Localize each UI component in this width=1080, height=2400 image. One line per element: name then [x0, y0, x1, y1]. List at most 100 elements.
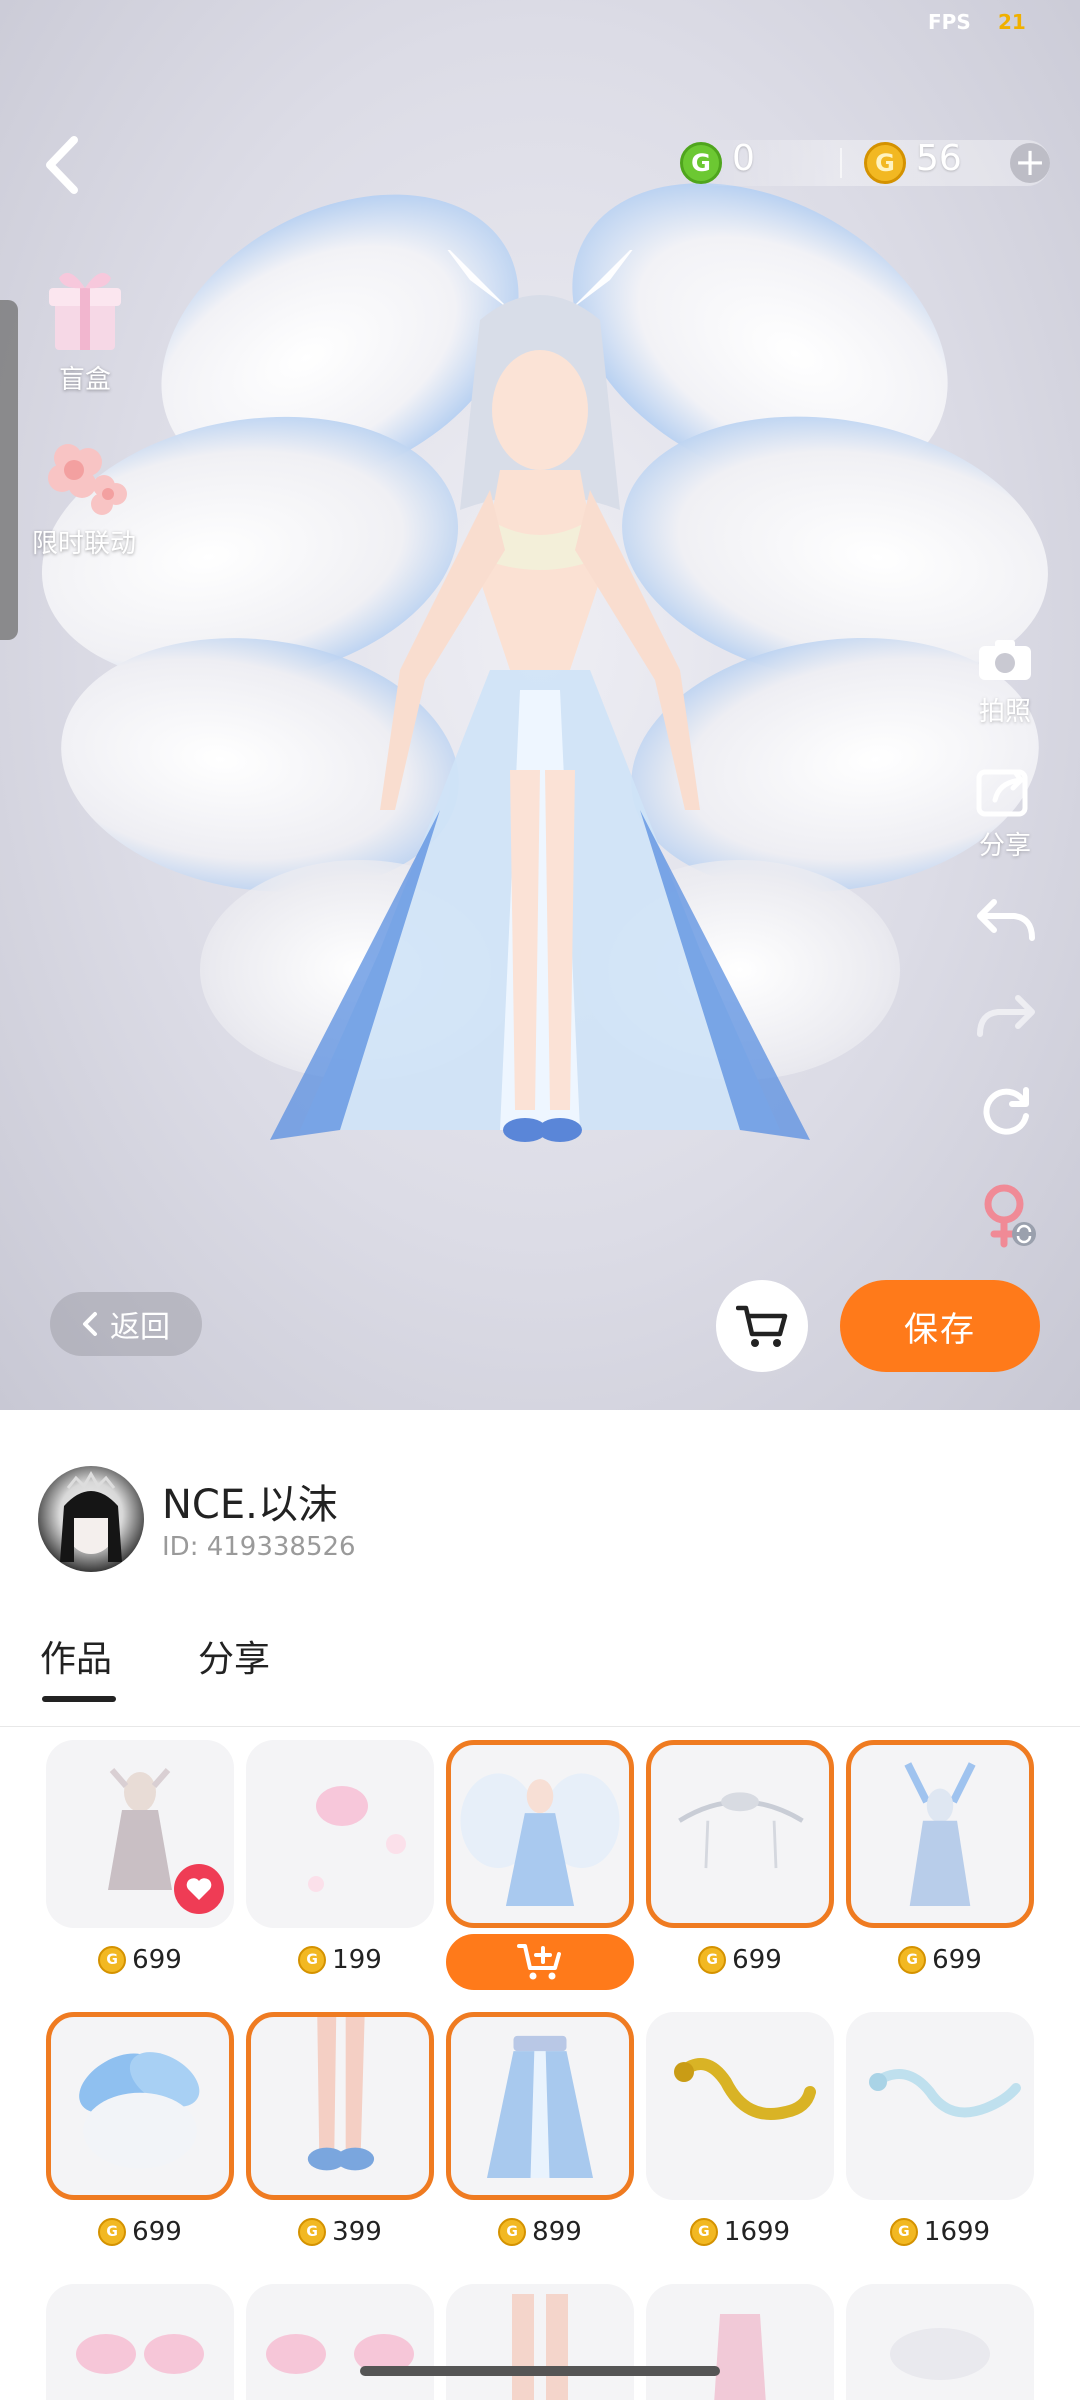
item-thumbnail[interactable] — [646, 2012, 834, 2200]
photo-label: 拍照 — [978, 697, 1031, 727]
flower-icon — [48, 444, 127, 515]
price-value: 699 — [932, 1945, 982, 1975]
price-value: 699 — [132, 1945, 182, 1975]
price-value: 699 — [132, 2217, 182, 2247]
accessory-thumbnail — [678, 1792, 804, 1869]
gold-coin-icon: G — [864, 142, 906, 184]
item-thumbnail[interactable] — [446, 2284, 634, 2400]
back-arrow-icon[interactable] — [34, 130, 94, 200]
outfit-thumbnail — [890, 2328, 990, 2380]
legs-thumbnail — [512, 2294, 568, 2400]
divider — [0, 1726, 1080, 1727]
gold-coin-value: 56 — [916, 138, 962, 179]
add-to-cart-button[interactable] — [446, 1934, 634, 1990]
item-thumbnail[interactable] — [246, 1740, 434, 1928]
item-price: G 399 — [246, 2212, 434, 2252]
gold-coin-icon: G — [689, 2218, 718, 2246]
cart-icon — [736, 1305, 788, 1347]
tail-thumbnail — [266, 2334, 414, 2374]
avatar-stage: FPS 21 G 0 G 56 + 盲盒 限时联动 拍照 分享 返回 保存 — [0, 0, 1080, 1410]
share-icon — [976, 769, 1028, 817]
item-thumbnail[interactable] — [646, 1740, 834, 1928]
item-price: G 699 — [46, 2212, 234, 2252]
favorite-icon[interactable] — [174, 1864, 224, 1914]
reset-icon[interactable] — [978, 1082, 1034, 1138]
outfit-thumbnail — [76, 2334, 204, 2374]
item-thumbnail[interactable] — [846, 2284, 1034, 2400]
save-button[interactable]: 保存 — [840, 1280, 1040, 1372]
share-tool-label: 分享 — [978, 831, 1031, 861]
top-thumbnail — [714, 2314, 766, 2400]
item-price: G 1699 — [646, 2212, 834, 2252]
fps-label: FPS — [928, 10, 971, 34]
item-thumbnail[interactable] — [446, 2012, 634, 2200]
dragon-thumbnail — [674, 2058, 816, 2120]
tab-share[interactable]: 分享 — [198, 1630, 270, 1682]
gold-coin-icon: G — [98, 2218, 127, 2246]
green-coin-value: 0 — [732, 138, 755, 179]
username: NCE.以沫 — [162, 1482, 338, 1528]
active-tab-indicator — [42, 1696, 116, 1702]
item-price: G 899 — [446, 2212, 634, 2252]
cart-button[interactable] — [716, 1280, 808, 1372]
profile-sheet: NCE.以沫 ID: 419338526 作品 分享 G 699 G 199 G… — [0, 1410, 1080, 2400]
gold-coin-icon: G — [298, 2218, 327, 2246]
item-thumbnail[interactable] — [46, 2012, 234, 2200]
price-value: 699 — [732, 1945, 782, 1975]
price-value: 899 — [532, 2217, 582, 2247]
add-currency-button[interactable]: + — [1010, 143, 1050, 183]
photo-button[interactable]: 拍照 — [970, 636, 1040, 728]
blind-box-label: 盲盒 — [58, 365, 111, 395]
item-thumbnail[interactable] — [646, 2284, 834, 2400]
item-thumbnail[interactable] — [246, 2012, 434, 2200]
return-label: 返回 — [110, 1310, 170, 1345]
return-button[interactable]: 返回 — [50, 1292, 202, 1356]
skirt-thumbnail — [486, 2035, 594, 2178]
limited-collab-label: 限时联动 — [31, 529, 136, 559]
gold-coin-icon: G — [898, 1946, 927, 1974]
limited-collab-button[interactable]: 限时联动 — [14, 428, 154, 560]
item-price: G 199 — [246, 1940, 434, 1980]
currency-bar: G 0 G 56 + — [680, 136, 1060, 190]
currency-divider — [840, 148, 842, 178]
outfit-thumbnail — [904, 1762, 976, 1906]
blind-box-button[interactable]: 盲盒 — [20, 256, 150, 396]
gold-coin-icon: G — [98, 1946, 127, 1974]
tab-works[interactable]: 作品 — [40, 1630, 112, 1682]
item-price: G 699 — [646, 1940, 834, 1980]
redo-icon[interactable] — [974, 990, 1038, 1040]
item-thumbnail[interactable] — [846, 2012, 1034, 2200]
camera-icon — [979, 640, 1031, 680]
item-thumbnail[interactable] — [46, 2284, 234, 2400]
price-value: 399 — [332, 2217, 382, 2247]
character-figure — [270, 250, 810, 1142]
user-id: ID: 419338526 — [162, 1532, 356, 1562]
price-value: 1699 — [923, 2217, 991, 2247]
gift-box-icon — [49, 272, 121, 350]
add-cart-icon — [517, 1944, 561, 1980]
item-thumbnail[interactable] — [846, 1740, 1034, 1928]
item-price: G 699 — [46, 1940, 234, 1980]
price-value: 199 — [332, 1945, 382, 1975]
avatar[interactable] — [38, 1466, 144, 1572]
green-coin-icon: G — [680, 142, 722, 184]
gold-coin-icon: G — [498, 2218, 527, 2246]
item-thumbnail[interactable] — [246, 2284, 434, 2400]
gold-coin-icon: G — [298, 1946, 327, 1974]
gender-switch-icon[interactable] — [978, 1180, 1038, 1250]
dragon-thumbnail — [869, 2069, 1021, 2118]
item-price: G 699 — [846, 1940, 1034, 1980]
outfit-thumbnail — [460, 1773, 620, 1906]
price-value: 1699 — [723, 2217, 791, 2247]
item-price: G 1699 — [846, 2212, 1034, 2252]
share-tool-button[interactable]: 分享 — [970, 764, 1040, 862]
effect-thumbnail — [308, 1786, 406, 1892]
gold-coin-icon: G — [698, 1946, 727, 1974]
gold-coin-icon: G — [889, 2218, 918, 2246]
item-thumbnail[interactable] — [446, 1740, 634, 1928]
home-indicator[interactable] — [360, 2366, 720, 2376]
shoes-thumbnail — [307, 2017, 375, 2171]
tail-thumbnail — [79, 2052, 200, 2169]
item-thumbnail[interactable] — [46, 1740, 234, 1928]
undo-icon[interactable] — [974, 894, 1038, 944]
